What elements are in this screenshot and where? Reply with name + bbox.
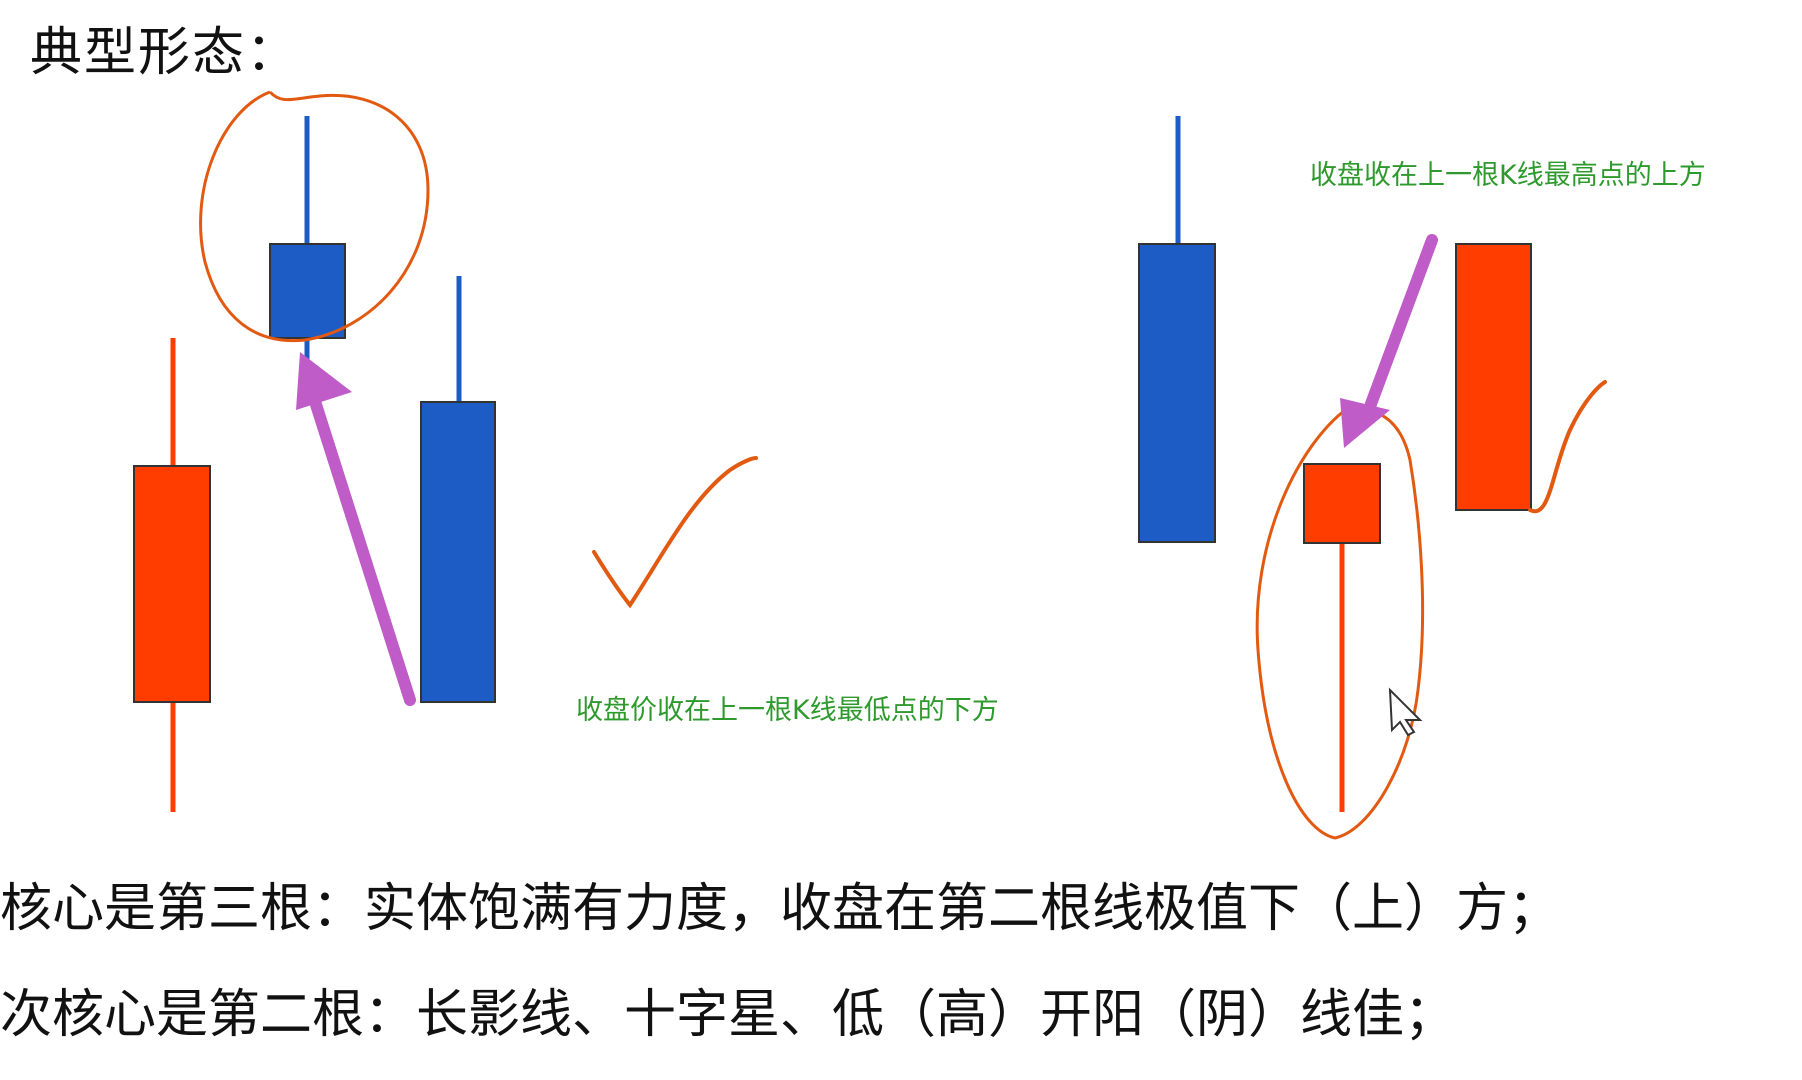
left-candle-1-red [133, 338, 211, 812]
right-candle-3-red [1455, 243, 1532, 511]
right-candle-1-blue [1138, 116, 1216, 543]
left-purple-arrow [296, 352, 416, 706]
right-candle-2-red [1303, 463, 1381, 812]
right-squiggle [1528, 380, 1607, 514]
summary-line-1: 核心是第三根：实体饱满有力度，收盘在第二根线极值下（上）方； [0, 879, 1561, 939]
summary-line-2: 次核心是第二根：长影线、十字星、低（高）开阳（阴）线佳； [0, 985, 1457, 1045]
left-candle-3-blue [420, 276, 496, 703]
right-annotation: 收盘收在上一根K线最高点的上方 [1310, 160, 1706, 191]
left-annotation: 收盘价收在上一根K线最低点的下方 [576, 695, 999, 726]
check-mark [592, 456, 758, 609]
diagram-stage: 典型形态： 收盘价收在上一根K线最低点的下方 收盘收在上一根K线最高点的上方 核… [0, 0, 1802, 1080]
